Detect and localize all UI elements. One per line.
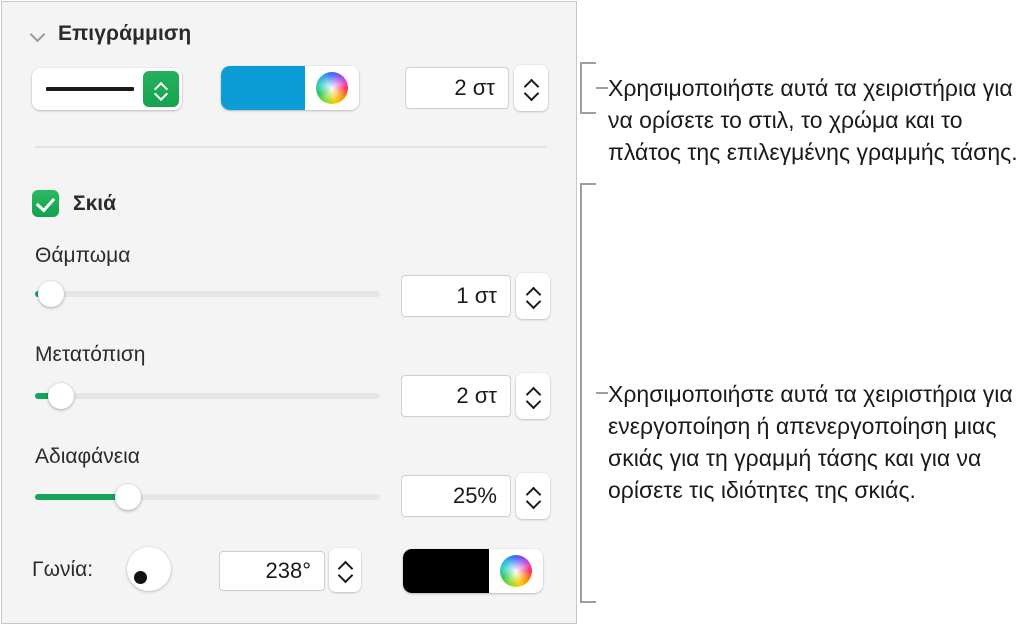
slider-knob[interactable] bbox=[114, 484, 141, 510]
opacity-stepper[interactable] bbox=[516, 473, 550, 519]
page-title: Επιγράμμιση bbox=[58, 22, 192, 45]
shadow-checkbox-label: Σκιά bbox=[73, 191, 117, 215]
stroke-color-well[interactable] bbox=[221, 66, 359, 110]
callout-text-shadow: Χρησιμοποιήστε αυτά τα χειριστήρια για ε… bbox=[608, 381, 1013, 503]
blur-slider[interactable] bbox=[35, 281, 380, 307]
stroke-color-wheel-button[interactable] bbox=[305, 66, 359, 110]
shadow-checkbox-row[interactable]: Σκιά bbox=[32, 190, 116, 217]
chevron-down-icon[interactable] bbox=[526, 298, 540, 306]
angle-input[interactable]: 238° bbox=[220, 552, 324, 590]
offset-input[interactable]: 2 στ bbox=[402, 376, 510, 416]
blur-stepper[interactable] bbox=[516, 273, 550, 319]
chevron-down-icon[interactable] bbox=[155, 91, 167, 98]
angle-dial-icon[interactable] bbox=[127, 547, 171, 591]
chevron-down-icon[interactable] bbox=[524, 90, 538, 98]
chevron-down-icon[interactable] bbox=[526, 398, 540, 406]
shadow-color-well[interactable] bbox=[403, 549, 543, 593]
opacity-slider[interactable] bbox=[35, 484, 380, 510]
callout-leader-line bbox=[596, 392, 608, 394]
section-header-stroke[interactable]: Επιγράμμιση bbox=[30, 22, 191, 46]
callout-leader-line bbox=[596, 87, 608, 89]
chevron-down-icon[interactable] bbox=[526, 498, 540, 506]
stroke-width-input[interactable]: 2 στ bbox=[406, 68, 508, 108]
opacity-label: Αδιαφάνεια bbox=[35, 445, 140, 468]
slider-knob[interactable] bbox=[47, 383, 74, 409]
callout-bracket-stroke bbox=[580, 62, 608, 114]
stroke-width-stepper[interactable] bbox=[514, 65, 548, 111]
blur-input[interactable]: 1 στ bbox=[402, 276, 510, 316]
angle-label: Γωνία: bbox=[32, 558, 94, 581]
blur-label: Θάμπωμα bbox=[35, 244, 131, 267]
offset-stepper[interactable] bbox=[516, 373, 550, 419]
solid-line-preview-icon bbox=[46, 87, 134, 91]
slider-knob[interactable] bbox=[38, 281, 65, 307]
slider-track[interactable] bbox=[35, 393, 380, 399]
line-style-popup-button[interactable] bbox=[32, 68, 182, 110]
format-inspector-panel: Επιγράμμιση 2 στ Σκιά Θάμπωμα 1 στ Μετατ… bbox=[1, 1, 577, 624]
line-style-stepper[interactable] bbox=[143, 71, 179, 107]
shadow-color-swatch[interactable] bbox=[403, 549, 489, 593]
chevron-down-icon[interactable] bbox=[30, 26, 46, 42]
slider-track[interactable] bbox=[35, 291, 380, 297]
section-divider bbox=[35, 146, 547, 148]
stroke-color-swatch[interactable] bbox=[221, 66, 305, 110]
opacity-input[interactable]: 25% bbox=[402, 476, 510, 516]
offset-slider[interactable] bbox=[35, 383, 380, 409]
offset-label: Μετατόπιση bbox=[35, 343, 146, 366]
callout-bracket-shadow bbox=[580, 183, 608, 603]
chevron-down-icon[interactable] bbox=[338, 572, 352, 580]
color-wheel-icon[interactable] bbox=[316, 72, 348, 104]
angle-stepper[interactable] bbox=[329, 548, 361, 592]
angle-dial-handle[interactable] bbox=[134, 571, 147, 584]
checkbox-checked-icon[interactable] bbox=[32, 190, 59, 217]
callout-text-stroke: Χρησιμοποιήστε αυτά τα χειριστήρια για ν… bbox=[608, 75, 1018, 165]
shadow-color-wheel-button[interactable] bbox=[489, 549, 543, 593]
color-wheel-icon[interactable] bbox=[500, 555, 532, 587]
